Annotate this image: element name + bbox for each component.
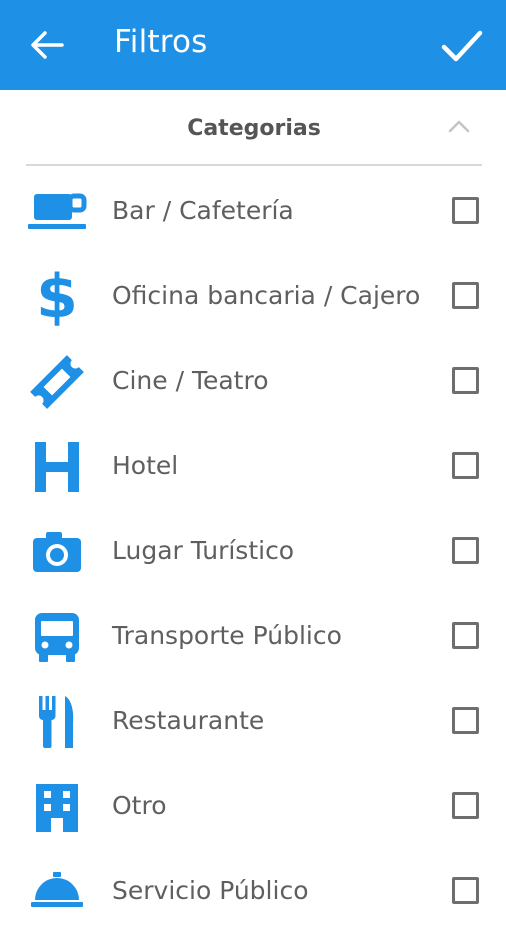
category-label: Lugar Turístico xyxy=(112,536,295,565)
checkmark-icon[interactable] xyxy=(440,26,484,66)
category-label: Hotel xyxy=(112,451,179,480)
ticket-icon xyxy=(24,354,90,410)
category-row-tourism[interactable]: Lugar Turístico xyxy=(0,508,506,593)
fork-knife-icon xyxy=(24,694,90,750)
categories-section-header[interactable]: Categorias xyxy=(26,92,482,166)
building-icon xyxy=(24,779,90,835)
category-label: Restaurante xyxy=(112,706,265,735)
category-row-hotel[interactable]: Hotel xyxy=(0,423,506,508)
section-title: Categorias xyxy=(187,116,321,141)
category-row-transport[interactable]: Transporte Público xyxy=(0,593,506,678)
category-checkbox[interactable] xyxy=(452,452,479,479)
category-row-cinema[interactable]: Cine / Teatro xyxy=(0,338,506,423)
category-label: Oficina bancaria / Cajero xyxy=(112,281,421,310)
bus-icon xyxy=(24,609,90,665)
category-row-public-service[interactable]: Servicio Público xyxy=(0,848,506,933)
category-row-bank[interactable]: $ Oficina bancaria / Cajero xyxy=(0,253,506,338)
hotel-h-icon xyxy=(24,439,90,495)
category-row-bar[interactable]: Bar / Cafetería xyxy=(0,168,506,253)
category-label: Bar / Cafetería xyxy=(112,196,294,225)
category-row-restaurant[interactable]: Restaurante xyxy=(0,678,506,763)
service-bell-icon xyxy=(24,864,90,920)
app-bar: Filtros xyxy=(0,0,506,90)
dollar-sign-icon: $ xyxy=(36,262,78,332)
category-checkbox[interactable] xyxy=(452,622,479,649)
category-row-other[interactable]: Otro xyxy=(0,763,506,848)
chevron-up-icon[interactable] xyxy=(448,118,470,134)
category-checkbox[interactable] xyxy=(452,537,479,564)
arrow-back-icon[interactable] xyxy=(28,26,66,64)
category-checkbox[interactable] xyxy=(452,282,479,309)
category-label: Cine / Teatro xyxy=(112,366,269,395)
category-label: Servicio Público xyxy=(112,876,309,905)
category-checkbox[interactable] xyxy=(452,707,479,734)
category-checkbox[interactable] xyxy=(452,197,479,224)
category-label: Otro xyxy=(112,791,167,820)
category-checkbox[interactable] xyxy=(452,367,479,394)
camera-icon xyxy=(24,524,90,580)
page-title: Filtros xyxy=(114,24,208,60)
category-checkbox[interactable] xyxy=(452,792,479,819)
coffee-cup-icon xyxy=(24,184,90,240)
category-label: Transporte Público xyxy=(112,621,342,650)
